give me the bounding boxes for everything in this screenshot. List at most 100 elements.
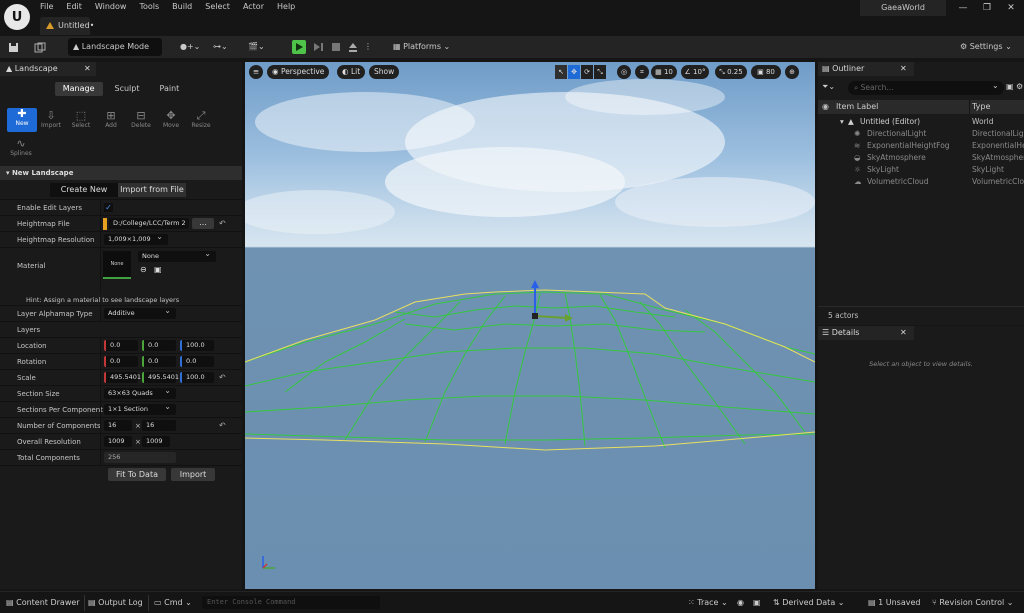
tab-import-from-file[interactable]: Import from File (118, 183, 186, 197)
outliner-row-directional-light[interactable]: ✺ DirectionalLight DirectionalLight (818, 128, 1024, 140)
close-icon[interactable]: ✕ (84, 62, 91, 76)
unreal-logo-icon[interactable]: U (4, 4, 30, 30)
column-type[interactable]: Type (972, 100, 990, 114)
grid-snap-toggle[interactable]: ▦ 10 (651, 65, 677, 79)
outliner-row-sky-light[interactable]: ☼ SkyLight SkyLight (818, 164, 1024, 176)
scale-x-input[interactable]: 495.5401 (104, 372, 141, 383)
cmd-dropdown[interactable]: ▭ Cmd ⌄ (154, 596, 196, 610)
world-space-icon[interactable]: ◎ (617, 65, 631, 79)
camera-speed-button[interactable]: ▣ 80 (751, 65, 781, 79)
derived-data-button[interactable]: ⇅ Derived Data ⌄ (773, 596, 859, 610)
menu-build[interactable]: Build (166, 1, 199, 13)
mode-dropdown[interactable]: ▲ Landscape Mode ⌄ (68, 38, 162, 69)
browse-button[interactable]: ... (192, 218, 214, 229)
details-tab[interactable]: ☰ Details ✕ (818, 326, 914, 340)
chevron-down-icon[interactable]: ⌄ (992, 81, 999, 90)
landscape-tab[interactable]: ▲ Landscape ✕ (0, 62, 96, 76)
new-landscape-section[interactable]: ▾ New Landscape (0, 166, 242, 180)
rotate-mode-icon[interactable]: ⟳ (581, 65, 593, 79)
tab-sculpt[interactable]: Sculpt (107, 82, 148, 96)
tab-paint[interactable]: Paint (151, 82, 187, 96)
outliner-tab[interactable]: ▤ Outliner ✕ (818, 62, 914, 76)
menu-file[interactable]: File (34, 1, 60, 13)
capture-icon[interactable]: ▣ (753, 596, 765, 610)
outliner-search-input[interactable]: ⌕ Search... (848, 81, 1004, 95)
cinematics-icon[interactable]: 🎬⌄ (248, 38, 270, 56)
show-button[interactable]: Show (369, 65, 400, 79)
menu-window[interactable]: Window (89, 1, 134, 13)
tool-resize[interactable]: ⤢ Resize (186, 110, 216, 130)
record-icon[interactable]: ◉ (737, 596, 749, 610)
enable-edit-layers-checkbox[interactable]: ✓ (104, 203, 113, 212)
reset-arrow-icon[interactable]: ↶ (219, 418, 226, 434)
stop-icon[interactable] (329, 40, 343, 54)
tool-select[interactable]: ⬚ Select (66, 110, 96, 130)
tool-splines[interactable]: ∿ Splines (6, 138, 36, 158)
revision-control-button[interactable]: ⑂ Revision Control ⌄ (932, 596, 1020, 610)
column-item-label[interactable]: Item Label (836, 100, 878, 114)
scale-snap-toggle[interactable]: ⤡ 0.25 (715, 65, 747, 79)
output-log-button[interactable]: ▤ Output Log (88, 596, 144, 610)
rotation-z-input[interactable]: 0.0 (180, 356, 214, 367)
close-icon[interactable]: ✕ (900, 62, 907, 76)
menu-tools[interactable]: Tools (133, 1, 166, 13)
level-viewport[interactable]: ≡ ◉ Perspective ◐ Lit Show ↖ ✥ ⟳ ⤡ ◎ ⌗ ▦… (245, 62, 815, 589)
settings-gear-icon[interactable]: ⚙ (1016, 82, 1023, 91)
heightmap-resolution-dropdown[interactable]: 1,009×1,009 (104, 231, 168, 245)
settings-dropdown[interactable]: ⚙ Settings ⌄ (960, 38, 1016, 56)
lit-button[interactable]: ◐ Lit (337, 65, 366, 79)
scale-y-input[interactable]: 495.5401 (142, 372, 179, 383)
tab-manage[interactable]: Manage (54, 82, 103, 96)
add-folder-icon[interactable]: ▣ (1006, 82, 1014, 91)
components-x-input[interactable]: 16 (104, 420, 132, 431)
filter-icon[interactable]: ⏷⌄ (822, 82, 844, 94)
location-z-input[interactable]: 100.0 (180, 340, 214, 351)
menu-select[interactable]: Select (199, 1, 237, 13)
menu-help[interactable]: Help (271, 1, 302, 13)
rotation-snap-toggle[interactable]: ∠ 10° (681, 65, 709, 79)
browse-asset-icon[interactable]: ▣ (154, 265, 162, 275)
scale-mode-icon[interactable]: ⤡ (594, 65, 606, 79)
outliner-row-fog[interactable]: ≋ ExponentialHeightFog ExponentialHeightFo… (818, 140, 1024, 152)
viewport-menu-icon[interactable]: ≡ (249, 65, 263, 79)
tool-add[interactable]: ⊞ Add (96, 110, 126, 130)
add-actor-icon[interactable]: ●+⌄ (180, 38, 202, 56)
console-command-input[interactable]: Enter Console Command (202, 596, 380, 609)
outliner-row-volumetric-cloud[interactable]: ☁ VolumetricCloud VolumetricCloud (818, 176, 1024, 188)
resolution-y-input[interactable]: 1009 (142, 436, 170, 447)
close-window-button[interactable]: ✕ (1000, 0, 1022, 16)
sections-per-component-dropdown[interactable]: 1×1 Section (104, 401, 176, 415)
fit-to-data-button[interactable]: Fit To Data (108, 468, 166, 481)
save-icon[interactable] (8, 38, 22, 56)
eject-icon[interactable] (346, 40, 360, 54)
rotation-x-input[interactable]: 0.0 (104, 356, 138, 367)
location-y-input[interactable]: 0.0 (142, 340, 176, 351)
content-browser-icon[interactable] (34, 38, 50, 56)
resolution-x-input[interactable]: 1009 (104, 436, 132, 447)
minimize-button[interactable]: — (952, 0, 974, 16)
section-size-dropdown[interactable]: 63×63 Quads (104, 385, 176, 399)
tool-import[interactable]: ⇩ Import (36, 110, 66, 130)
use-selected-asset-icon[interactable]: ⊖ (140, 265, 147, 275)
close-icon[interactable]: ✕ (900, 326, 907, 340)
tool-delete[interactable]: ⊟ Delete (126, 110, 156, 130)
menu-edit[interactable]: Edit (60, 1, 89, 13)
maximize-viewport-icon[interactable]: ⊕ (785, 65, 799, 79)
layer-alphamap-dropdown[interactable]: Additive (104, 305, 176, 319)
content-drawer-button[interactable]: ▤ Content Drawer (6, 596, 80, 610)
material-thumbnail[interactable]: None (103, 251, 131, 279)
trace-dropdown[interactable]: ⁙ Trace ⌄ (688, 596, 728, 610)
tab-create-new[interactable]: Create New (50, 183, 118, 197)
document-tab[interactable]: Untitled• (40, 17, 94, 35)
surface-snap-icon[interactable]: ⌗ (635, 65, 649, 79)
step-icon[interactable] (311, 40, 325, 54)
unsaved-button[interactable]: ▤ 1 Unsaved (868, 596, 924, 610)
scale-z-input[interactable]: 100.0 (180, 372, 214, 383)
translate-mode-icon[interactable]: ✥ (568, 65, 580, 79)
platforms-dropdown[interactable]: ▦ Platforms ⌄ (393, 38, 453, 56)
heightmap-path-input[interactable]: D:/College/LCC/Term 2 (109, 218, 189, 229)
tool-new[interactable]: ✚ New (7, 108, 37, 132)
location-x-input[interactable]: 0.0 (104, 340, 138, 351)
outliner-row-sky-atmosphere[interactable]: ◒ SkyAtmosphere SkyAtmosphere (818, 152, 1024, 164)
import-button[interactable]: Import (171, 468, 215, 481)
